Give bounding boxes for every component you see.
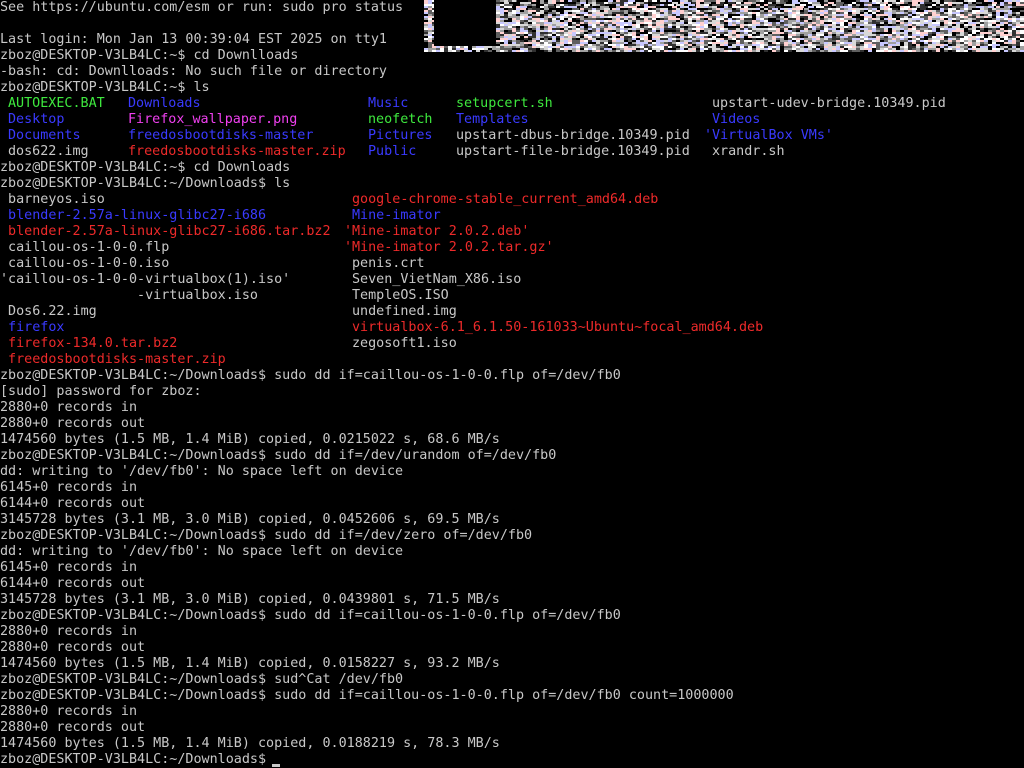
file-entry: caillou-os-1-0-0.iso — [0, 256, 170, 271]
framebuffer-noise — [424, 0, 1024, 52]
terminal-line-esm: See https://ubuntu.com/esm or run: sudo … — [0, 0, 404, 15]
file-entry: Templates — [456, 112, 529, 127]
file-entry: Seven_VietNam_X86.iso — [352, 272, 522, 287]
file-entry: 'Mine-imator 2.0.2.tar.gz' — [344, 240, 554, 255]
terminal-line: [sudo] password for zboz: — [0, 384, 202, 399]
file-entry: upstart-file-bridge.10349.pid — [456, 144, 690, 159]
file-entry: Firefox_wallpaper.png — [128, 112, 298, 127]
terminal-line-ls-downloads: zboz@DESKTOP-V3LB4LC:~/Downloads$ ls — [0, 176, 291, 191]
file-entry: Pictures — [368, 128, 433, 143]
home-listing-row: dos622.img freedosbootdisks-master.zip P… — [0, 144, 785, 160]
terminal-line: 1474560 bytes (1.5 MB, 1.4 MiB) copied, … — [0, 432, 500, 447]
terminal-line: 2880+0 records in — [0, 624, 138, 639]
file-entry: 'VirtualBox VMs' — [704, 128, 833, 143]
file-entry: upstart-dbus-bridge.10349.pid — [456, 128, 690, 143]
terminal-line: 3145728 bytes (3.1 MB, 3.0 MiB) copied, … — [0, 592, 500, 607]
file-entry: Documents — [8, 128, 81, 143]
terminal-line: 6145+0 records in — [0, 560, 138, 575]
terminal-line-cd-downloads: zboz@DESKTOP-V3LB4LC:~$ cd Downloads — [0, 160, 291, 175]
terminal-line: zboz@DESKTOP-V3LB4LC:~/Downloads$ sudo d… — [0, 448, 557, 463]
terminal-line: 1474560 bytes (1.5 MB, 1.4 MiB) copied, … — [0, 736, 500, 751]
terminal-line: 6144+0 records out — [0, 496, 146, 511]
terminal-line: zboz@DESKTOP-V3LB4LC:~/Downloads$ — [0, 752, 275, 767]
home-listing-row: AUTOEXEC.BAT Downloads Music setupcert.s… — [0, 96, 946, 112]
text-cursor — [272, 764, 280, 767]
terminal-line: 2880+0 records in — [0, 400, 138, 415]
file-entry: blender-2.57a-linux-glibc27-i686.tar.bz2 — [0, 224, 331, 239]
file-entry: xrandr.sh — [712, 144, 785, 159]
file-entry: neofetch — [368, 112, 433, 127]
terminal-line: 2880+0 records out — [0, 640, 146, 655]
terminal-line: zboz@DESKTOP-V3LB4LC:~/Downloads$ sudo d… — [0, 528, 533, 543]
terminal-line: dd: writing to '/dev/fb0': No space left… — [0, 464, 404, 479]
noise-black-block — [434, 0, 496, 46]
file-entry: undefined.img — [352, 304, 457, 319]
terminal-line: dd: writing to '/dev/fb0': No space left… — [0, 544, 404, 559]
file-entry: firefox-134.0.tar.bz2 — [0, 336, 178, 351]
file-entry: TempleOS.ISO — [352, 288, 449, 303]
file-entry: AUTOEXEC.BAT — [8, 96, 105, 111]
file-entry: Videos — [712, 112, 761, 127]
file-entry: freedosbootdisks-master.zip — [128, 144, 346, 159]
file-entry: freedosbootdisks-master — [128, 128, 314, 143]
file-entry: freedosbootdisks-master.zip — [0, 352, 226, 367]
file-entry: Dos6.22.img — [0, 304, 97, 319]
terminal-line-cd-typo: zboz@DESKTOP-V3LB4LC:~$ cd Downlloads — [0, 48, 299, 63]
terminal-line: zboz@DESKTOP-V3LB4LC:~/Downloads$ sud^Ca… — [0, 672, 404, 687]
terminal-screen[interactable]: See https://ubuntu.com/esm or run: sudo … — [0, 0, 1024, 768]
terminal-line: zboz@DESKTOP-V3LB4LC:~/Downloads$ sudo d… — [0, 608, 621, 623]
terminal-line: 6144+0 records out — [0, 576, 146, 591]
file-entry: zegosoft1.iso — [352, 336, 457, 351]
terminal-line-cd-error: -bash: cd: Downlloads: No such file or d… — [0, 64, 387, 79]
terminal-line: 6145+0 records in — [0, 480, 138, 495]
home-listing-row: Documents freedosbootdisks-master Pictur… — [0, 128, 833, 144]
file-entry: upstart-udev-bridge.10349.pid — [712, 96, 946, 111]
terminal-line: 1474560 bytes (1.5 MB, 1.4 MiB) copied, … — [0, 656, 500, 671]
file-entry: dos622.img — [8, 144, 89, 159]
file-entry: google-chrome-stable_current_amd64.deb — [352, 192, 659, 207]
file-entry: blender-2.57a-linux-glibc27-i686 — [0, 208, 267, 223]
file-entry: Music — [368, 96, 409, 111]
terminal-line: zboz@DESKTOP-V3LB4LC:~/Downloads$ sudo d… — [0, 368, 621, 383]
file-entry: setupcert.sh — [456, 96, 553, 111]
file-entry: penis.crt — [352, 256, 425, 271]
terminal-line: 2880+0 records in — [0, 704, 138, 719]
file-entry: barneyos.iso — [0, 192, 105, 207]
file-entry: Downloads — [128, 96, 201, 111]
file-entry: virtualbox-6.1_6.1.50-161033~Ubuntu~foca… — [352, 320, 764, 335]
file-entry: Public — [368, 144, 417, 159]
terminal-line-ls-home: zboz@DESKTOP-V3LB4LC:~$ ls — [0, 80, 210, 95]
file-entry: Desktop — [8, 112, 65, 127]
file-entry: Mine-imator — [352, 208, 441, 223]
file-entry: firefox — [0, 320, 65, 335]
terminal-line: zboz@DESKTOP-V3LB4LC:~/Downloads$ sudo d… — [0, 688, 734, 703]
file-entry: -virtualbox.iso — [0, 288, 258, 303]
terminal-line-last-login: Last login: Mon Jan 13 00:39:04 EST 2025… — [0, 32, 387, 47]
file-entry: caillou-os-1-0-0.flp — [0, 240, 170, 255]
terminal-line: 2880+0 records out — [0, 416, 146, 431]
terminal-line: 2880+0 records out — [0, 720, 146, 735]
terminal-line: 3145728 bytes (3.1 MB, 3.0 MiB) copied, … — [0, 512, 500, 527]
file-entry: 'Mine-imator 2.0.2.deb' — [344, 224, 530, 239]
file-entry: 'caillou-os-1-0-0-virtualbox(1).iso' — [0, 272, 291, 287]
home-listing-row: Desktop Firefox_wallpaper.png neofetch T… — [0, 112, 760, 128]
